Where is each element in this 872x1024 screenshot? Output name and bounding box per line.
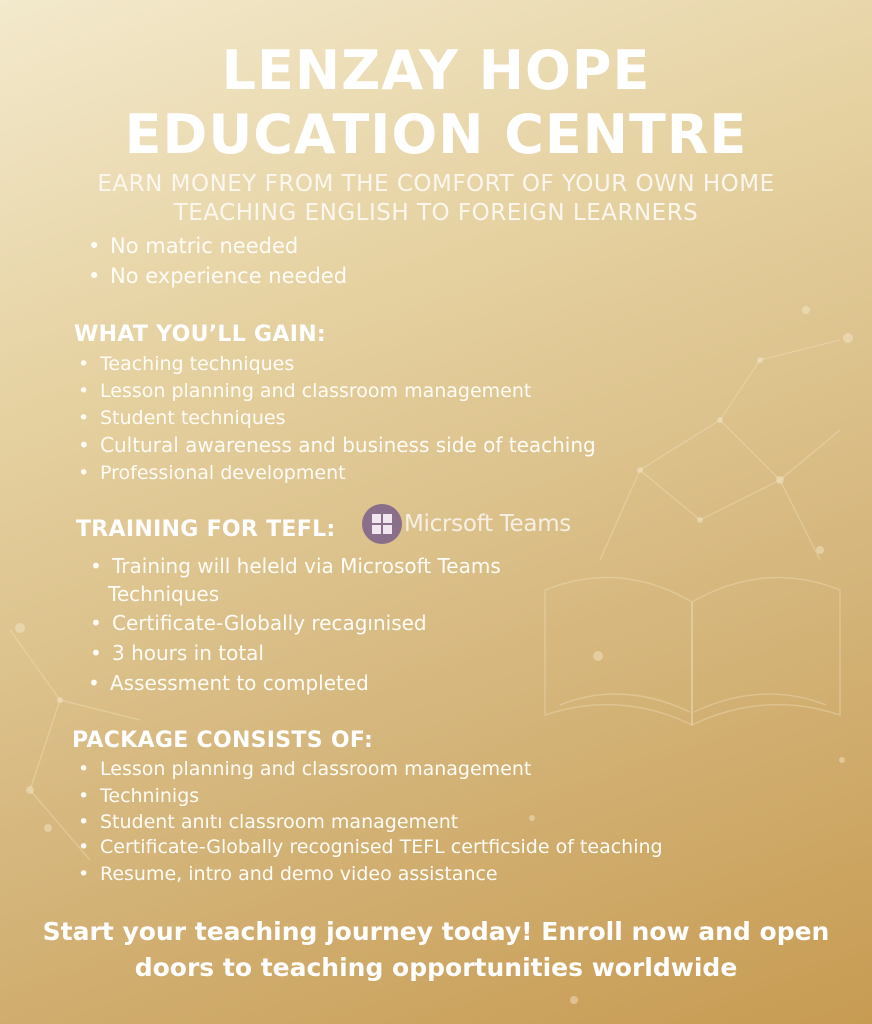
package-heading: PACKAGE CONSISTS OF:: [72, 728, 374, 753]
gain-heading: WHAT YOU’LL GAIN:: [74, 322, 327, 347]
package-item: • Techninigs: [78, 785, 200, 807]
cta-line-1: Start your teaching journey today! Enrol…: [42, 917, 830, 946]
package-item: • Lesson planning and classroom managemen…: [78, 758, 532, 780]
training-item: • Certificate-Globally recagınised: [90, 611, 427, 635]
training-item: • Assessment to completed: [88, 671, 369, 695]
gain-item: • Teaching techniques: [78, 353, 295, 375]
gain-item: • Lesson planning and classroom managemen…: [78, 380, 532, 402]
title-line-2: EDUCATION CENTRE: [124, 103, 748, 166]
gain-item: • Cultural awareness and business side of…: [78, 433, 596, 457]
title-line-1: LENZAY HOPE: [221, 39, 651, 102]
tagline-line-1: EARN MONEY FROM THE COMFORT OF YOUR OWN …: [97, 171, 775, 197]
training-item: • 3 hours in total: [90, 641, 264, 665]
microsoft-teams-icon: [362, 504, 402, 544]
tagline-line-2: TEACHING ENGLISH TO FOREIGN LEARNERS: [173, 200, 699, 226]
training-item-continued: Techniques: [108, 582, 220, 606]
requirement-item: • No matric needed: [88, 234, 299, 258]
gain-item: • Student techniques: [78, 407, 286, 429]
teams-label: Micrsoft Teams: [404, 511, 571, 537]
microsoft-teams-badge: Micrsoft Teams: [362, 504, 571, 544]
package-item: • Student anıtı classroom management: [78, 811, 459, 833]
package-item: • Certificate-Globally recognised TEFL ce…: [78, 836, 663, 858]
training-item: • Training will heleld via Microsoft Team…: [90, 554, 501, 578]
gain-item: • Professional development: [78, 462, 346, 484]
cta-line-2: doors to teaching opportunities worldwid…: [134, 953, 738, 982]
training-heading: TRAINING FOR TEFL:: [76, 517, 336, 542]
requirement-item: • No experience needed: [88, 264, 348, 288]
package-item: • Resume, intro and demo video assistance: [78, 863, 498, 885]
